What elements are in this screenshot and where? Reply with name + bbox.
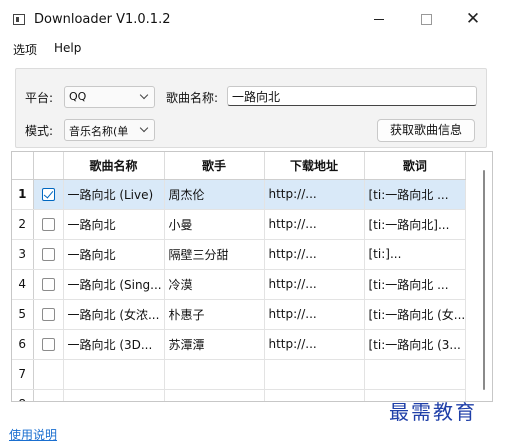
cell-url[interactable]: http://... <box>264 269 365 300</box>
table-row[interactable]: 4 一路向北 (Sing... 冷漠 http://... [ti:一路向北 ... <box>12 269 467 300</box>
row-checkbox-cell <box>33 389 64 401</box>
cell-singer[interactable]: 隔壁三分甜 <box>164 239 265 270</box>
row-number[interactable]: 3 <box>12 239 34 270</box>
cell-song[interactable] <box>63 359 165 390</box>
table-row[interactable]: 7 <box>12 359 467 390</box>
row-checkbox[interactable] <box>41 308 55 321</box>
downloader-window: Downloader V1.0.1.2 ✕ 选项 Help 平台: QQ 歌曲名… <box>0 0 511 441</box>
row-number[interactable]: 6 <box>12 329 34 360</box>
song-grid: 歌曲名称 歌手 下载地址 歌词 1 一路向北 (Live) 周杰伦 http://..… <box>12 152 467 401</box>
cell-lyric[interactable]: [ti:一路向北 (3... <box>364 329 467 360</box>
platform-select[interactable]: QQ <box>64 86 155 108</box>
row-number[interactable]: 7 <box>12 359 34 390</box>
menu-options[interactable]: 选项 <box>13 41 37 58</box>
mode-label: 模式: <box>25 124 54 138</box>
song-table: 歌曲名称 歌手 下载地址 歌词 1 一路向北 (Live) 周杰伦 http://..… <box>11 151 493 402</box>
column-header-url[interactable]: 下载地址 <box>264 152 365 180</box>
close-button[interactable]: ✕ <box>450 0 496 38</box>
cell-song[interactable]: 一路向北 <box>63 209 165 240</box>
row-number[interactable]: 1 <box>12 179 34 210</box>
cell-singer[interactable] <box>164 359 265 390</box>
cell-song[interactable]: 一路向北 <box>63 239 165 270</box>
menu-bar: 选项 Help <box>0 38 511 60</box>
cell-singer[interactable]: 周杰伦 <box>164 179 265 210</box>
cell-lyric[interactable]: [ti:一路向北 ... <box>364 179 467 210</box>
row-checkbox[interactable] <box>41 188 55 201</box>
cell-singer[interactable]: 朴惠子 <box>164 299 265 330</box>
cell-song[interactable]: 一路向北 (女浓... <box>63 299 165 330</box>
row-checkbox-cell <box>33 269 64 300</box>
cell-song[interactable] <box>63 389 165 401</box>
table-row[interactable]: 6 一路向北 (3D... 苏潭潭 http://... [ti:一路向北 (3... <box>12 329 467 360</box>
cell-lyric[interactable] <box>364 359 467 390</box>
song-name-label: 歌曲名称: <box>166 91 219 105</box>
cell-singer[interactable]: 苏潭潭 <box>164 329 265 360</box>
row-number[interactable]: 2 <box>12 209 34 240</box>
table-row[interactable]: 5 一路向北 (女浓... 朴惠子 http://... [ti:一路向北 (女... <box>12 299 467 330</box>
chevron-down-icon <box>139 89 150 103</box>
help-link[interactable]: 使用说明 <box>9 426 57 441</box>
table-row[interactable]: 2 一路向北 小曼 http://... [ti:一路向北]... <box>12 209 467 240</box>
column-header-check[interactable] <box>33 152 64 180</box>
cell-lyric[interactable]: [ti:]... <box>364 239 467 270</box>
cell-song[interactable]: 一路向北 (Sing... <box>63 269 165 300</box>
cell-url[interactable]: http://... <box>264 299 365 330</box>
cell-lyric[interactable]: [ti:一路向北]... <box>364 209 467 240</box>
row-checkbox[interactable] <box>41 248 55 261</box>
platform-select-value: QQ <box>69 90 87 103</box>
row-checkbox-cell <box>33 209 64 240</box>
column-header-singer[interactable]: 歌手 <box>164 152 265 180</box>
cell-url[interactable]: http://... <box>264 179 365 210</box>
fetch-song-info-button[interactable]: 获取歌曲信息 <box>377 119 475 142</box>
table-header-row: 歌曲名称 歌手 下载地址 歌词 <box>12 152 467 180</box>
maximize-button[interactable] <box>403 0 449 38</box>
table-scrollbar[interactable] <box>483 170 485 390</box>
cell-singer[interactable]: 冷漠 <box>164 269 265 300</box>
row-checkbox-cell <box>33 359 64 390</box>
song-name-input-value: 一路向北 <box>232 90 281 104</box>
table-row[interactable]: 1 一路向北 (Live) 周杰伦 http://... [ti:一路向北 ... <box>12 179 467 210</box>
row-checkbox-cell <box>33 179 64 210</box>
cell-song[interactable]: 一路向北 (Live) <box>63 179 165 210</box>
cell-url[interactable] <box>264 389 365 401</box>
row-number[interactable]: 4 <box>12 269 34 300</box>
platform-label: 平台: <box>25 91 54 105</box>
row-checkbox-cell <box>33 239 64 270</box>
app-window-icon <box>13 14 25 25</box>
row-number[interactable]: 8 <box>12 389 34 401</box>
mode-select-value: 音乐名称(单 <box>69 125 129 138</box>
watermark-logo: 最需教育 <box>389 400 477 424</box>
title-bar[interactable]: Downloader V1.0.1.2 ✕ <box>0 0 511 38</box>
cell-song[interactable]: 一路向北 (3D... <box>63 329 165 360</box>
cell-lyric[interactable]: [ti:一路向北 ... <box>364 269 467 300</box>
cell-url[interactable]: http://... <box>264 209 365 240</box>
cell-url[interactable]: http://... <box>264 329 365 360</box>
row-checkbox-cell <box>33 329 64 360</box>
close-icon: ✕ <box>465 9 481 29</box>
chevron-down-icon <box>139 122 150 136</box>
row-checkbox[interactable] <box>41 218 55 231</box>
column-header-lyric[interactable]: 歌词 <box>364 152 467 180</box>
cell-url[interactable]: http://... <box>264 239 365 270</box>
column-header-song[interactable]: 歌曲名称 <box>63 152 165 180</box>
table-corner[interactable] <box>12 152 34 180</box>
table-row[interactable]: 3 一路向北 隔壁三分甜 http://... [ti:]... <box>12 239 467 270</box>
minimize-button[interactable] <box>356 0 402 38</box>
row-checkbox-cell <box>33 299 64 330</box>
cell-singer[interactable]: 小曼 <box>164 209 265 240</box>
window-title: Downloader V1.0.1.2 <box>34 12 171 27</box>
search-panel: 平台: QQ 歌曲名称: 一路向北 模式: 音乐名称(单 获取歌曲信息 <box>15 68 487 148</box>
row-number[interactable]: 5 <box>12 299 34 330</box>
cell-lyric[interactable]: [ti:一路向北 (女... <box>364 299 467 330</box>
mode-select[interactable]: 音乐名称(单 <box>64 119 155 141</box>
cell-singer[interactable] <box>164 389 265 401</box>
menu-help[interactable]: Help <box>54 41 81 55</box>
row-checkbox[interactable] <box>41 338 55 351</box>
cell-url[interactable] <box>264 359 365 390</box>
song-name-input[interactable]: 一路向北 <box>227 86 477 106</box>
row-checkbox[interactable] <box>41 278 55 291</box>
